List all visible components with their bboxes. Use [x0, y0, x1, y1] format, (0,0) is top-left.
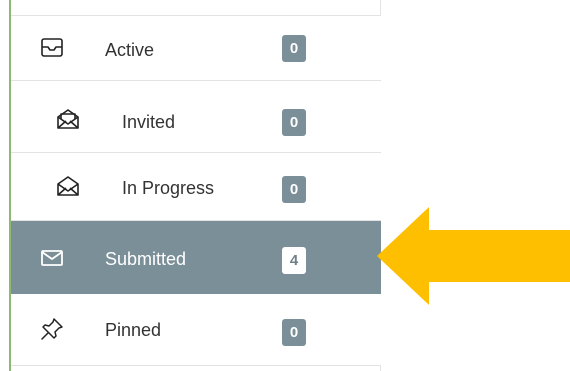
envelope-open-icon — [56, 174, 80, 198]
nav-item-submitted[interactable]: Submitted 4 — [11, 221, 381, 294]
count-badge-pinned: 0 — [282, 319, 306, 346]
nav-label-pinned: Pinned — [105, 320, 162, 340]
envelope-open-letter-icon — [56, 107, 80, 131]
nav-label-submitted: Submitted — [105, 249, 187, 269]
count-badge-invited: 0 — [282, 109, 306, 136]
nav-item-active[interactable]: Active 0 — [11, 15, 381, 81]
status-sidebar: Active 0 Invited 0 In Progress 0 Submitt… — [11, 0, 381, 371]
count-badge-in-progress: 0 — [282, 176, 306, 203]
inbox-tray-icon — [40, 36, 64, 60]
stage: Active 0 Invited 0 In Progress 0 Submitt… — [0, 0, 570, 371]
count-badge-submitted: 4 — [282, 247, 306, 274]
nav-item-in-progress[interactable]: In Progress 0 — [11, 153, 381, 221]
pushpin-icon — [40, 317, 64, 341]
nav-label-invited: Invited — [122, 112, 176, 132]
nav-item-invited[interactable]: Invited 0 — [11, 81, 381, 153]
count-badge-active: 0 — [282, 35, 306, 62]
nav-item-pinned[interactable]: Pinned 0 — [11, 294, 381, 366]
nav-label-active: Active — [105, 40, 155, 60]
envelope-closed-icon — [40, 246, 64, 270]
nav-label-in-progress: In Progress — [122, 178, 215, 198]
callout-arrow — [377, 207, 570, 305]
